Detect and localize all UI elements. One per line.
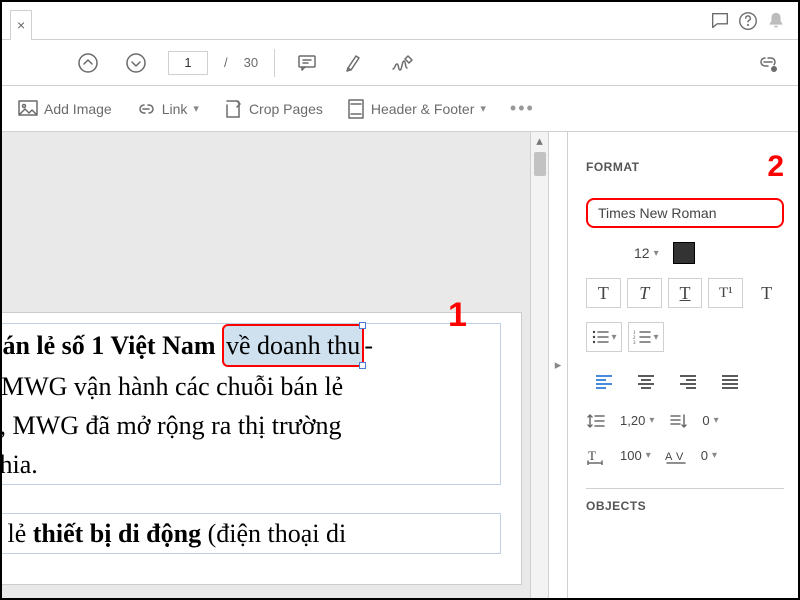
text: -	[364, 331, 373, 360]
align-center-button[interactable]	[628, 366, 664, 396]
annotation-1: 1	[448, 296, 467, 335]
page-number-input[interactable]	[168, 51, 208, 75]
spacing-row-1: 1,20 ▾ 0 ▾	[586, 410, 784, 431]
bold-button[interactable]: T	[586, 278, 621, 308]
link-share-icon[interactable]	[752, 47, 784, 79]
font-size-select[interactable]: 12▾	[630, 242, 663, 264]
scroll-thumb[interactable]	[534, 152, 546, 176]
chat-icon[interactable]	[706, 7, 734, 35]
font-family-select[interactable]: Times New Roman	[586, 198, 784, 228]
align-right-button[interactable]	[670, 366, 706, 396]
para-spacing-select[interactable]: 0 ▾	[698, 410, 722, 431]
text-line: . MWG vận hành các chuỗi bán lẻ	[2, 372, 343, 401]
svg-text:V: V	[676, 451, 684, 463]
help-icon[interactable]	[734, 7, 762, 35]
close-tab-icon[interactable]: ×	[17, 18, 25, 32]
svg-text:A: A	[665, 451, 673, 463]
header-footer-button[interactable]: Header & Footer ▾	[341, 95, 492, 123]
textstyle-extra-button[interactable]: T	[749, 278, 784, 308]
scroll-up-icon[interactable]: ▴	[531, 132, 548, 150]
edit-toolbar: Add Image Link ▾ Crop Pages Header & Foo…	[2, 86, 798, 132]
main-area: bán lẻ số 1 Việt Nam về doanh thu- . MWG…	[2, 132, 798, 598]
objects-title: OBJECTS	[586, 488, 784, 513]
italic-button[interactable]: T	[627, 278, 662, 308]
text-block[interactable]: bán lẻ số 1 Việt Nam về doanh thu- . MWG…	[2, 323, 501, 485]
collapse-panel-button[interactable]: ▸	[548, 132, 568, 598]
window-bar: ×	[2, 2, 798, 40]
align-row	[586, 366, 784, 396]
add-image-label: Add Image	[44, 101, 112, 117]
para-spacing-icon	[668, 412, 688, 430]
text-style-row: T T T T¹ T	[586, 278, 784, 308]
svg-text:T: T	[588, 448, 596, 463]
horizontal-scale-icon: T	[586, 447, 606, 465]
char-spacing-icon: AV	[665, 448, 687, 464]
format-panel: FORMAT 2 Times New Roman 12▾ T T T T¹ T …	[568, 132, 798, 598]
caret-down-icon: ▾	[480, 102, 486, 115]
text-line: a, MWG đã mở rộng ra thị trường	[2, 411, 342, 440]
page-separator: /	[224, 55, 228, 70]
char-spacing-select[interactable]: 0 ▾	[697, 445, 721, 466]
bold-text: thiết bị di động	[33, 519, 201, 548]
page-total: 30	[244, 55, 258, 70]
crop-label: Crop Pages	[249, 101, 323, 117]
more-button[interactable]: •••	[504, 94, 541, 123]
font-color-swatch[interactable]	[673, 242, 695, 264]
caret-down-icon: ▾	[193, 102, 199, 115]
format-title: FORMAT	[586, 160, 639, 174]
line-spacing-icon	[586, 412, 606, 430]
align-left-button[interactable]	[586, 366, 622, 396]
text-block[interactable]: n lẻ thiết bị di động (điện thoại di	[2, 513, 501, 554]
line-spacing-select[interactable]: 1,20 ▾	[616, 410, 658, 431]
link-label: Link	[162, 101, 188, 117]
annotation-2: 2	[767, 150, 784, 184]
align-justify-button[interactable]	[712, 366, 748, 396]
underline-button[interactable]: T	[668, 278, 703, 308]
list-row: ▾ 123▾	[586, 322, 784, 352]
bold-text: bán lẻ số 1 Việt Nam	[2, 331, 216, 360]
selected-text[interactable]: về doanh thu	[222, 324, 364, 367]
bell-icon[interactable]	[762, 7, 790, 35]
sign-icon[interactable]	[387, 47, 419, 79]
link-button[interactable]: Link ▾	[130, 96, 205, 122]
add-image-button[interactable]: Add Image	[12, 96, 118, 122]
crop-button[interactable]: Crop Pages	[217, 95, 329, 123]
page-next-button[interactable]	[120, 47, 152, 79]
highlight-icon[interactable]	[339, 47, 371, 79]
text: (điện thoại di	[201, 519, 346, 548]
page-prev-button[interactable]	[72, 47, 104, 79]
vertical-scrollbar[interactable]: ▴	[530, 132, 548, 598]
main-toolbar: / 30	[2, 40, 798, 86]
header-footer-label: Header & Footer	[371, 101, 475, 117]
text: n lẻ	[2, 519, 33, 548]
numbered-list-button[interactable]: 123▾	[628, 322, 664, 352]
document-pane[interactable]: bán lẻ số 1 Việt Nam về doanh thu- . MWG…	[2, 132, 548, 598]
svg-text:3: 3	[633, 341, 636, 345]
text-line: chia.	[2, 450, 38, 479]
bullet-list-button[interactable]: ▾	[586, 322, 622, 352]
comment-icon[interactable]	[291, 47, 323, 79]
superscript-button[interactable]: T¹	[708, 278, 743, 308]
spacing-row-2: T 100 ▾ AV 0 ▾	[586, 445, 784, 466]
document-tab[interactable]: ×	[10, 10, 32, 40]
document-page[interactable]: bán lẻ số 1 Việt Nam về doanh thu- . MWG…	[2, 312, 522, 585]
horizontal-scale-select[interactable]: 100 ▾	[616, 445, 655, 466]
